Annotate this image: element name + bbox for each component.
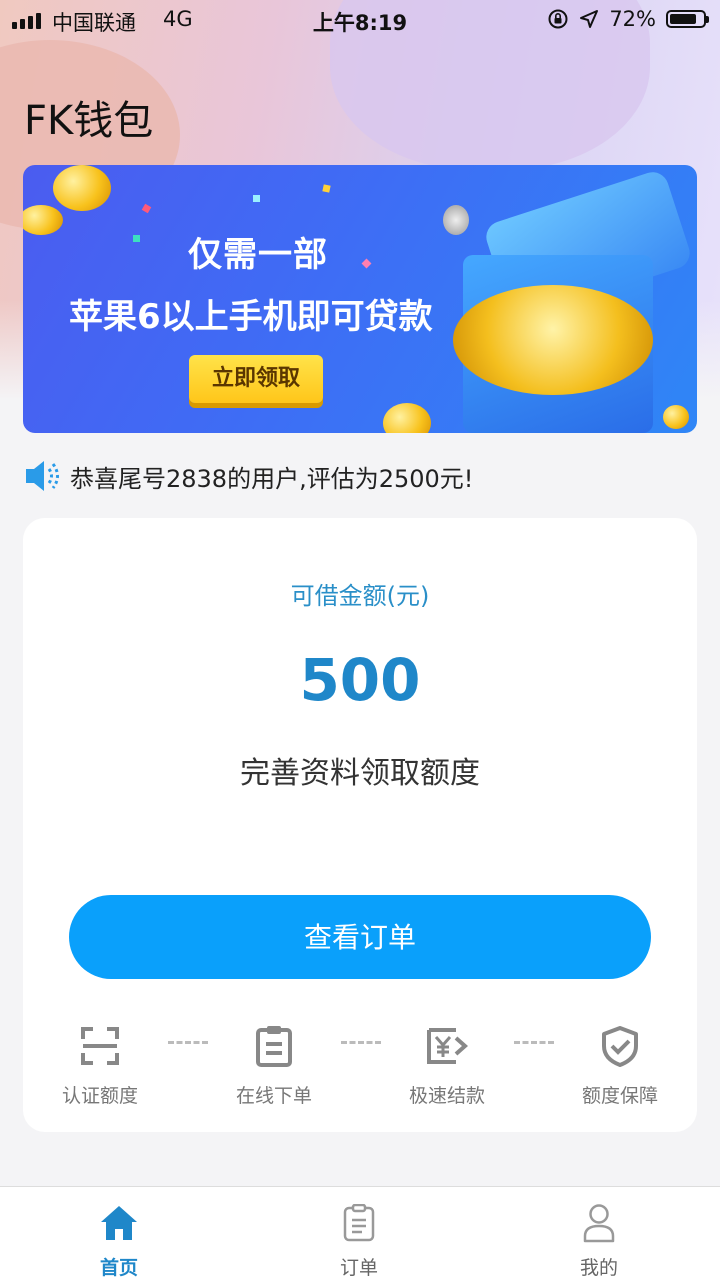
coin-decor	[383, 403, 431, 433]
orientation-lock-icon	[548, 9, 568, 29]
loan-subtitle: 完善资料领取额度	[240, 756, 480, 791]
shield-check-icon	[602, 1026, 638, 1067]
battery-percent: 72%	[609, 7, 656, 31]
status-bar: 中国联通 4G 上午8:19 72%	[0, 0, 720, 40]
coin-decor	[663, 405, 689, 429]
step-quota-guarantee: 额度保障	[560, 1023, 680, 1108]
home-icon	[101, 1206, 137, 1240]
loan-amount-label: 可借金额(元)	[290, 582, 430, 610]
step-label: 极速结款	[408, 1085, 485, 1107]
tab-label: 我的	[579, 1257, 618, 1279]
confetti	[133, 235, 140, 242]
order-icon	[343, 1204, 375, 1242]
notice-text: 恭喜尾号2838的用户,评估为2500元!	[70, 464, 474, 493]
coin-decor	[53, 165, 111, 211]
tab-label: 订单	[339, 1257, 378, 1279]
loan-amount-value: 500	[299, 646, 421, 714]
loan-card: 可借金额(元) 500 完善资料领取额度 查看订单 认证额度 在线下单 极速结款…	[23, 518, 697, 1132]
banner-claim-button[interactable]: 立即领取	[189, 355, 323, 403]
confetti	[253, 195, 260, 202]
step-label: 额度保障	[581, 1085, 658, 1107]
step-verify-quota: 认证额度	[40, 1023, 160, 1108]
step-label: 认证额度	[61, 1085, 138, 1107]
step-fast-payout: 极速结款	[387, 1023, 507, 1108]
battery-icon	[666, 10, 709, 28]
step-label: 在线下单	[235, 1085, 312, 1107]
tab-label: 首页	[99, 1257, 138, 1279]
clipboard-icon	[256, 1026, 292, 1067]
tab-orders[interactable]: 订单	[299, 1201, 419, 1280]
step-divider	[514, 1041, 554, 1044]
app-title: FK钱包	[24, 98, 154, 144]
step-online-order: 在线下单	[214, 1023, 334, 1108]
process-steps: 认证额度 在线下单 极速结款 额度保障	[23, 1023, 697, 1123]
coin-decor	[443, 205, 469, 235]
notice-bar: 恭喜尾号2838的用户,评估为2500元!	[22, 455, 473, 497]
banner-subheadline: 苹果6以上手机即可贷款	[69, 297, 433, 337]
confetti	[361, 258, 372, 269]
banner-headline: 仅需一部	[188, 235, 328, 275]
scan-frame-icon	[81, 1027, 119, 1065]
step-divider	[168, 1041, 208, 1044]
promo-banner[interactable]: 仅需一部 苹果6以上手机即可贷款 立即领取	[23, 165, 697, 433]
tab-profile[interactable]: 我的	[539, 1201, 659, 1280]
user-icon	[583, 1204, 615, 1243]
yen-transfer-icon	[427, 1028, 468, 1064]
confetti	[322, 184, 331, 193]
location-arrow-icon	[580, 10, 599, 28]
confetti	[141, 203, 152, 214]
view-orders-button[interactable]: 查看订单	[69, 895, 651, 979]
coin-decor	[23, 205, 63, 235]
step-divider	[341, 1041, 381, 1044]
status-right: 72%	[547, 7, 709, 31]
speaker-icon	[26, 461, 59, 491]
tab-home[interactable]: 首页	[59, 1201, 179, 1280]
bottom-tab-bar: 首页 订单 我的	[0, 1186, 720, 1281]
gold-coins-illustration	[453, 285, 653, 395]
